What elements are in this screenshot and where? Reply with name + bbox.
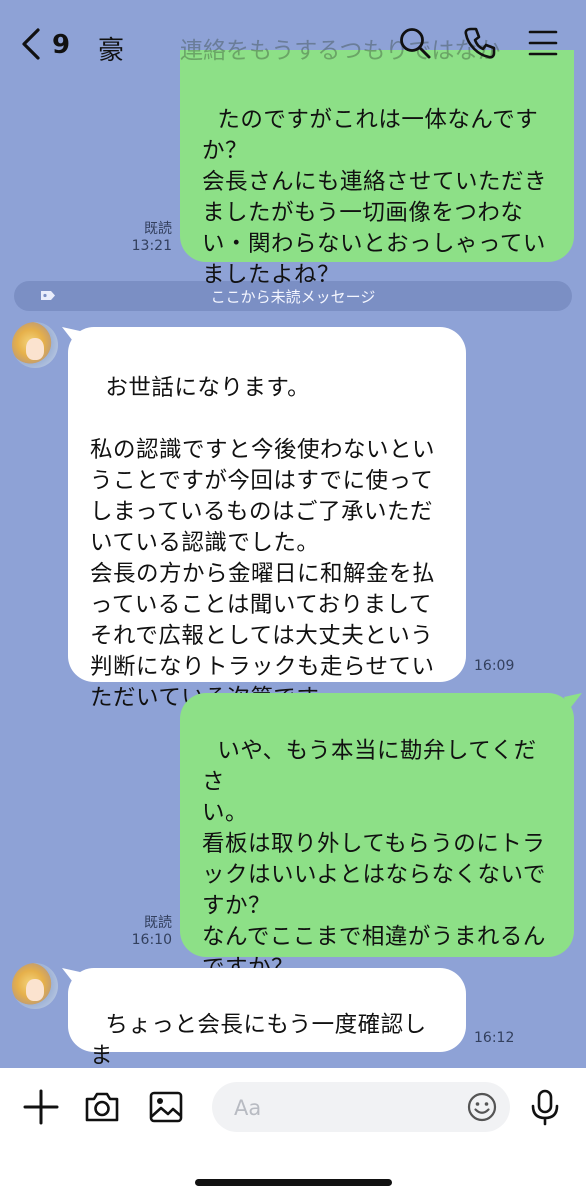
image-icon: [149, 1091, 183, 1123]
chat-title: 豪: [98, 36, 125, 66]
add-button[interactable]: [22, 1088, 60, 1126]
message-time: 16:10: [131, 932, 172, 948]
message-meta: 既読 13:21: [118, 221, 172, 255]
emoji-icon[interactable]: [466, 1091, 498, 1123]
phone-icon: [464, 27, 496, 59]
camera-icon: [85, 1092, 119, 1122]
message-meta: 既読 16:10: [118, 915, 172, 949]
microphone-icon: [531, 1089, 559, 1126]
my-message-bubble[interactable]: いや、もう本当に勘弁してくださ い。 看板は取り外してもらうのにトラ ックはいい…: [180, 693, 574, 1012]
search-button[interactable]: [398, 26, 432, 60]
menu-button[interactable]: [528, 26, 562, 60]
hamburger-menu-icon: [528, 30, 558, 56]
tag-icon: [41, 291, 55, 300]
message-time: 13:21: [131, 238, 172, 254]
message-input[interactable]: [212, 1082, 456, 1134]
message-time: 16:12: [474, 1030, 515, 1046]
chevron-left-icon: [22, 28, 40, 60]
voice-button[interactable]: [528, 1088, 566, 1126]
avatar[interactable]: [12, 322, 58, 368]
message-text: たのですがこれは一体なんです か？ 会長さんにも連絡させていただき ましたがもう…: [202, 107, 548, 288]
home-indicator[interactable]: [195, 1179, 392, 1186]
back-button[interactable]: [20, 26, 44, 62]
read-receipt: 既読: [144, 221, 172, 237]
their-message-bubble[interactable]: ちょっと会長にもう一度確認しま すね: [68, 968, 466, 1100]
search-icon: [400, 28, 431, 59]
chat-header: 連絡をもうするつもりではなか 9 豪: [0, 0, 586, 86]
message-time: 16:09: [474, 658, 515, 674]
message-text: お世話になります。 私の認識ですと今後使わないとい うことですが今回はすでに使っ…: [90, 375, 436, 711]
photo-button[interactable]: [147, 1088, 185, 1126]
plus-icon: [23, 1089, 59, 1125]
read-receipt: 既読: [144, 915, 172, 931]
unread-chat-count[interactable]: 9: [52, 30, 70, 60]
avatar[interactable]: [12, 963, 58, 1009]
message-field[interactable]: [212, 1082, 510, 1134]
camera-button[interactable]: [83, 1088, 121, 1126]
their-message-bubble[interactable]: お世話になります。 私の認識ですと今後使わないとい うことですが今回はすでに使っ…: [68, 327, 466, 711]
call-button[interactable]: [463, 26, 497, 60]
faded-previous-message: 連絡をもうするつもりではなか: [180, 38, 501, 64]
bubble-tail: [564, 693, 582, 711]
